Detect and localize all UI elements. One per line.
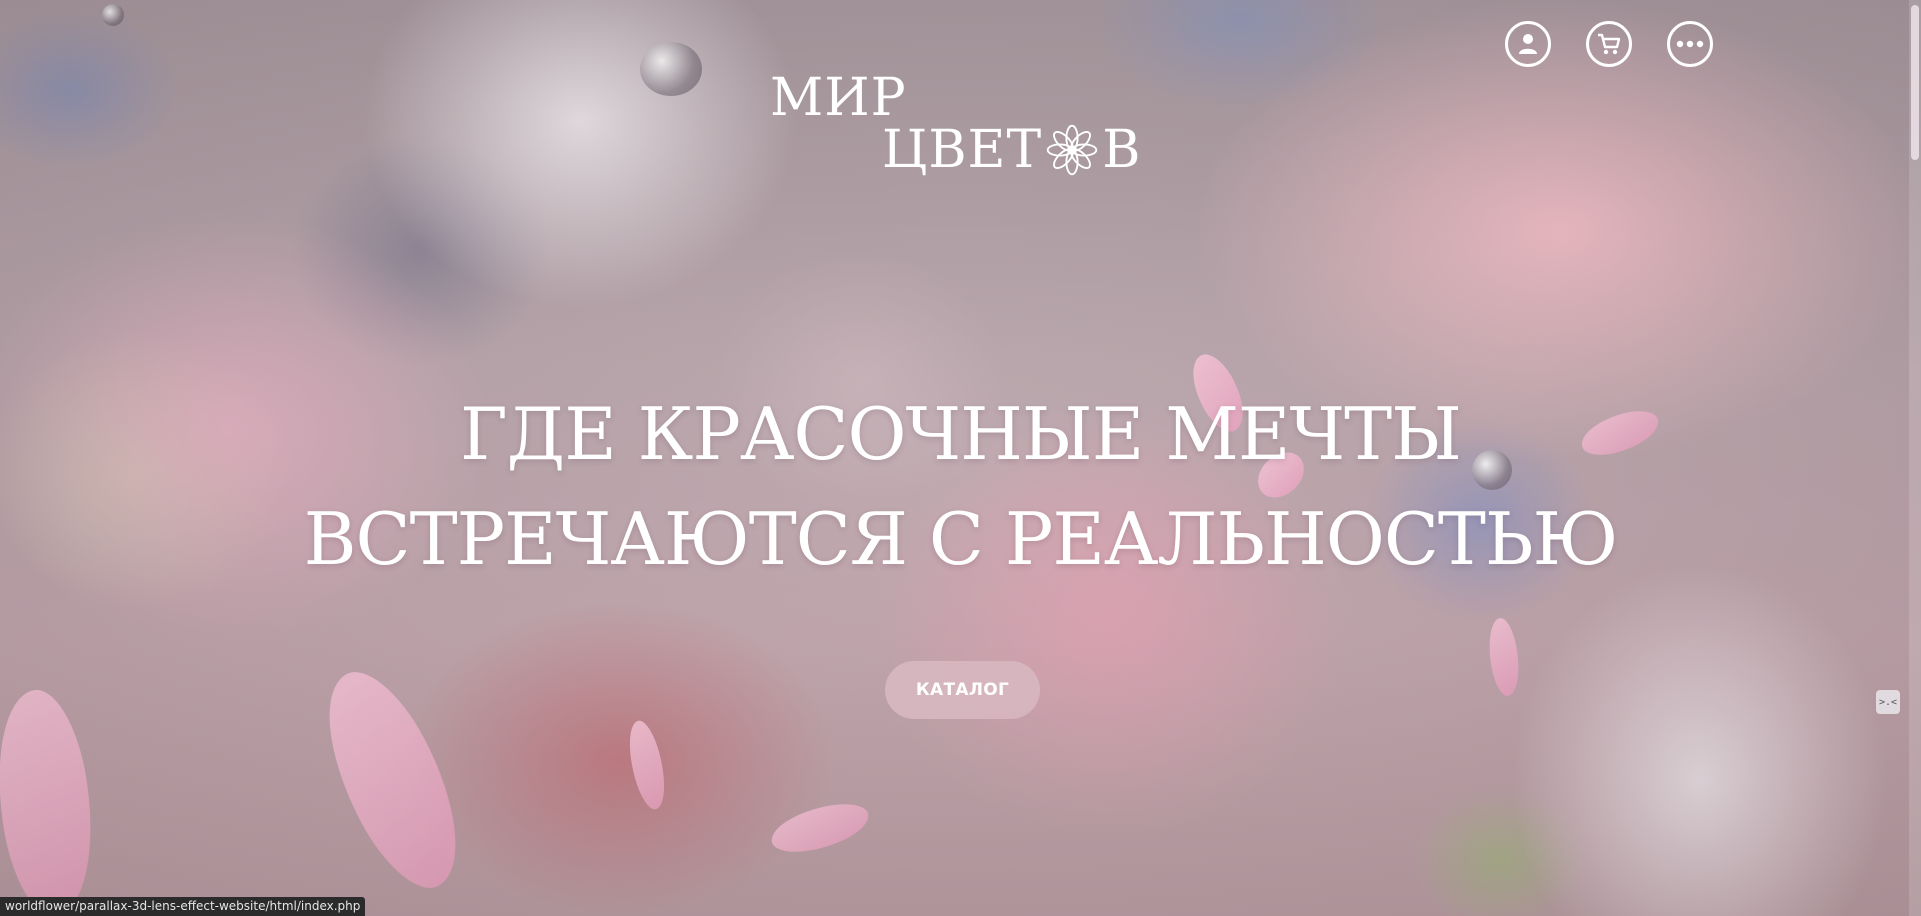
hero-title-line1: ГДЕ КРАСОЧНЫЕ МЕЧТЫ	[460, 392, 1462, 476]
catalog-button[interactable]: КАТАЛОГ	[885, 661, 1040, 719]
logo-text-part2: В	[1102, 120, 1142, 180]
side-widget-icon[interactable]: >.<	[1876, 690, 1900, 714]
hero-title-line2: ВСТРЕЧАЮТСЯ С РЕАЛЬНОСТЬЮ	[303, 497, 1619, 581]
logo-text-line1: МИР	[770, 68, 907, 128]
site-logo[interactable]: МИР ЦВЕТ В	[770, 72, 1190, 182]
scrollbar[interactable]	[1909, 0, 1921, 916]
user-icon	[1519, 34, 1537, 54]
more-icon	[1676, 40, 1704, 48]
flower-logo-icon	[1047, 124, 1098, 176]
cart-button[interactable]	[1586, 21, 1632, 67]
header-actions	[1505, 21, 1713, 67]
page: МИР ЦВЕТ В ГДЕ КРАСОЧНЫЕ МЕЧТЫ ВСТРЕЧАЮТ…	[0, 0, 1921, 916]
logo-text-line2: ЦВЕТ В	[882, 122, 1141, 178]
cart-icon	[1598, 33, 1621, 55]
account-button[interactable]	[1505, 21, 1551, 67]
status-bar-url: worldflower/parallax-3d-lens-effect-webs…	[0, 897, 366, 916]
logo-text-part1: ЦВЕТ	[882, 120, 1043, 180]
scrollbar-thumb[interactable]	[1911, 5, 1919, 160]
more-button[interactable]	[1667, 21, 1713, 67]
